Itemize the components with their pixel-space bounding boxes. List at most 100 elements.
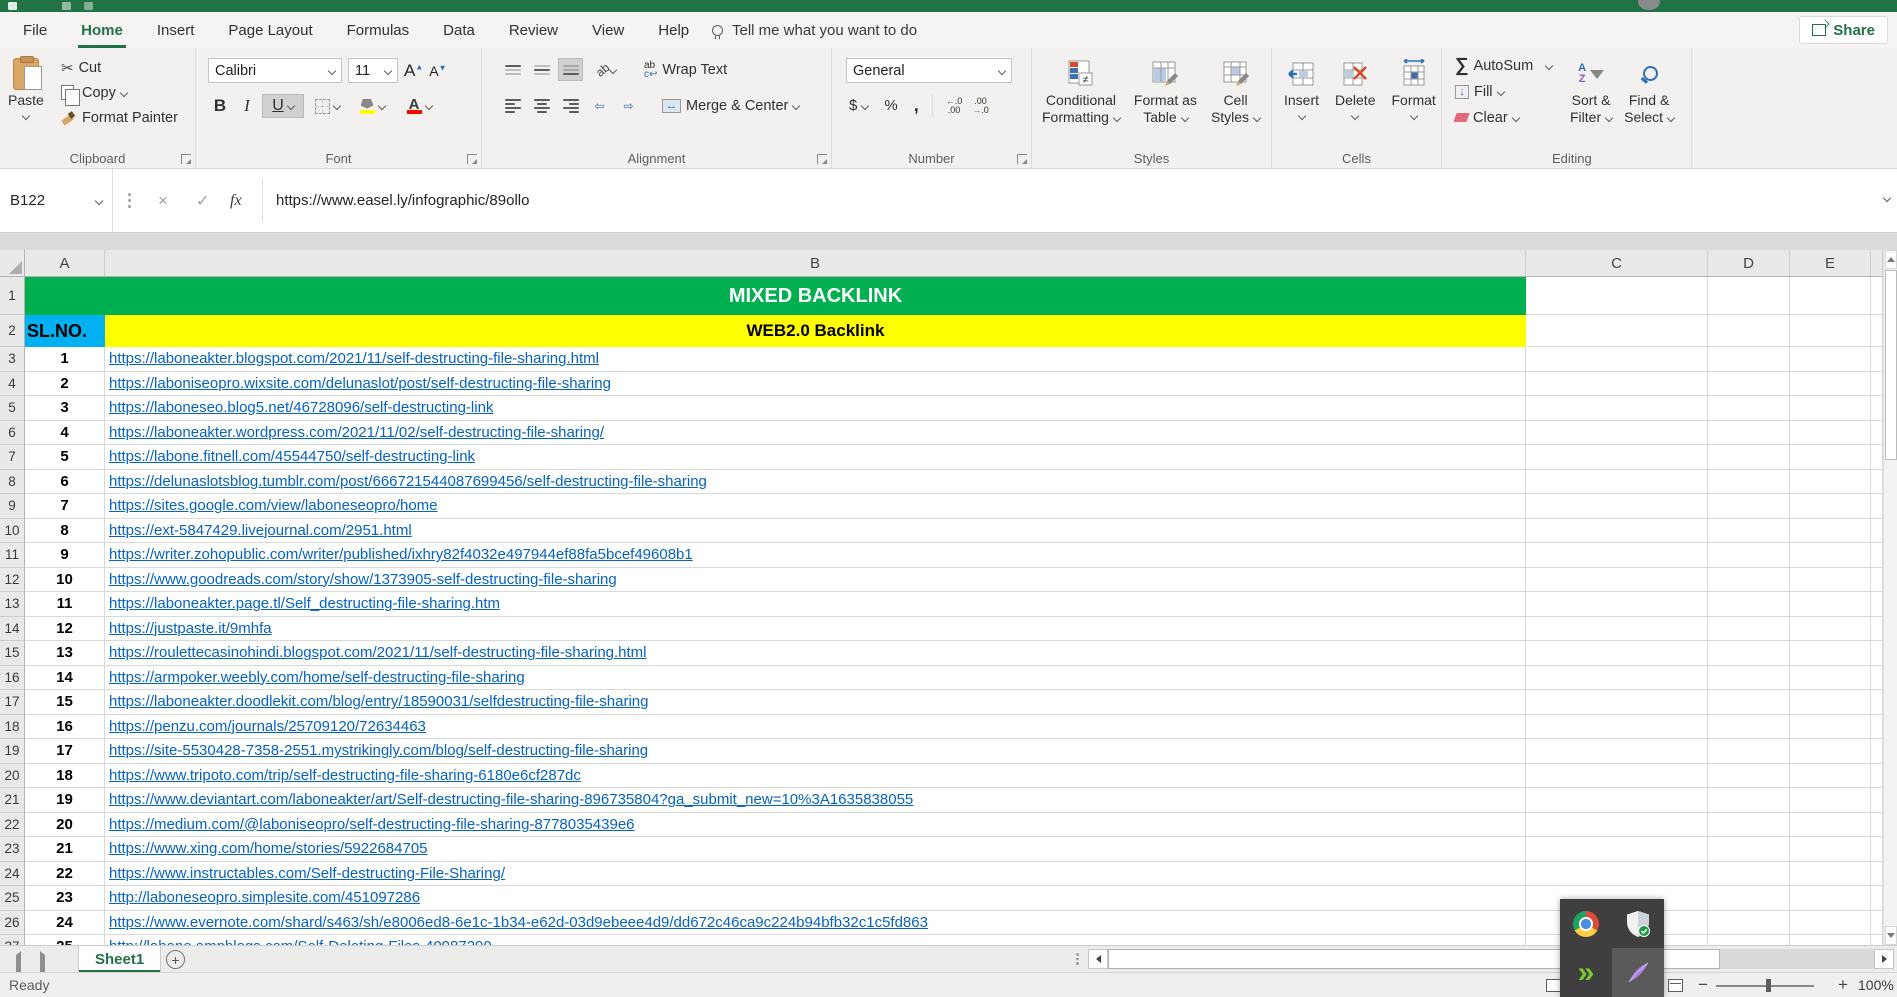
align-center-button[interactable] — [529, 94, 554, 117]
cell-empty[interactable] — [1871, 764, 1883, 789]
wrap-text-button[interactable]: abc↩Wrap Text — [641, 58, 730, 81]
row-number[interactable]: 4 — [0, 372, 25, 397]
formula-bar-value[interactable]: https://www.easel.ly/infographic/89ollo — [276, 192, 529, 209]
cell-empty[interactable] — [1790, 690, 1871, 715]
cell-empty[interactable] — [1871, 568, 1883, 593]
autosum-dropdown-icon[interactable] — [1545, 61, 1553, 69]
row-number[interactable]: 12 — [0, 568, 25, 593]
cell-empty[interactable] — [1871, 666, 1883, 691]
cell-empty[interactable] — [1708, 421, 1790, 446]
cell-empty[interactable] — [1871, 592, 1883, 617]
font-name-combo[interactable]: Calibri — [208, 58, 342, 83]
cell-empty[interactable] — [1790, 715, 1871, 740]
number-dialog-launcher-icon[interactable] — [1017, 154, 1027, 164]
tabbar-splitter[interactable] — [1076, 953, 1079, 965]
cell-empty[interactable] — [1708, 764, 1790, 789]
row-number[interactable]: 22 — [0, 813, 25, 838]
expand-formula-bar-icon[interactable] — [1883, 194, 1891, 202]
merge-center-button[interactable]: ↔Merge & Center — [659, 94, 802, 117]
cell-empty[interactable] — [1871, 396, 1883, 421]
comma-format-button[interactable]: , — [911, 94, 922, 117]
fill-color-dropdown-icon[interactable] — [377, 102, 385, 110]
row-number[interactable]: 1 — [0, 277, 25, 315]
cell-empty[interactable] — [1526, 666, 1708, 691]
middle-align-button[interactable] — [529, 58, 554, 81]
cell-empty[interactable] — [1871, 690, 1883, 715]
fill-dropdown-icon[interactable] — [1496, 87, 1504, 95]
row-number[interactable]: 21 — [0, 788, 25, 813]
cell-serial-number[interactable]: 20 — [25, 813, 105, 838]
row-number[interactable]: 19 — [0, 739, 25, 764]
cell-empty[interactable] — [1526, 396, 1708, 421]
cell-empty[interactable] — [1708, 617, 1790, 642]
cell-empty[interactable] — [1526, 277, 1708, 315]
cell-serial-number[interactable]: 23 — [25, 886, 105, 911]
find-select-dropdown-icon[interactable] — [1667, 113, 1675, 121]
cell-backlink-url[interactable]: https://laboneakter.doodlekit.com/blog/e… — [105, 690, 1526, 715]
cell-empty[interactable] — [1526, 739, 1708, 764]
display-settings-icon[interactable] — [1546, 979, 1561, 992]
cell-empty[interactable] — [1790, 315, 1871, 347]
cell-empty[interactable] — [1526, 494, 1708, 519]
cell-empty[interactable] — [1526, 347, 1708, 372]
cell-backlink-url[interactable]: https://www.evernote.com/shard/s463/sh/e… — [105, 911, 1526, 936]
vertical-scrollbar-thumb[interactable] — [1885, 270, 1897, 460]
row-number[interactable]: 5 — [0, 396, 25, 421]
cell-serial-number[interactable]: 5 — [25, 445, 105, 470]
alignment-dialog-launcher-icon[interactable] — [817, 154, 827, 164]
cell-empty[interactable] — [1708, 592, 1790, 617]
clear-button[interactable]: Clear — [1452, 106, 1555, 129]
cell-empty[interactable] — [1526, 617, 1708, 642]
merge-center-dropdown-icon[interactable] — [792, 101, 800, 109]
cell-empty[interactable] — [1871, 445, 1883, 470]
delete-cells-dropdown-icon[interactable] — [1351, 112, 1359, 120]
cell-empty[interactable] — [1871, 715, 1883, 740]
cell-empty[interactable] — [1871, 837, 1883, 862]
cell-serial-number[interactable]: 14 — [25, 666, 105, 691]
zoom-slider-thumb[interactable] — [1766, 979, 1771, 992]
cell-empty[interactable] — [1871, 277, 1883, 315]
ribbon-tab-formulas[interactable]: Formulas — [330, 12, 427, 48]
borders-dropdown-icon[interactable] — [332, 102, 340, 110]
scroll-left-icon[interactable] — [1088, 949, 1108, 969]
cell-empty[interactable] — [1790, 372, 1871, 397]
cell-empty[interactable] — [1790, 347, 1871, 372]
cell-empty[interactable] — [1871, 519, 1883, 544]
name-box[interactable]: B122 — [0, 169, 113, 232]
cell-backlink-url[interactable]: http://laboneseopro.simplesite.com/45109… — [105, 886, 1526, 911]
cell-serial-number[interactable]: 15 — [25, 690, 105, 715]
sort-filter-button[interactable]: AZ Sort & Filter — [1570, 56, 1612, 126]
cell-empty[interactable] — [1708, 837, 1790, 862]
delete-cells-button[interactable]: Delete — [1335, 56, 1375, 119]
cell-empty[interactable] — [1871, 935, 1883, 945]
cell-backlink-url[interactable]: https://www.tripoto.com/trip/self-destru… — [105, 764, 1526, 789]
row-number[interactable]: 13 — [0, 592, 25, 617]
conditional-formatting-dropdown-icon[interactable] — [1113, 113, 1121, 121]
insert-cells-button[interactable]: Insert — [1284, 56, 1319, 119]
cell-backlink-url[interactable]: https://armpoker.weebly.com/home/self-de… — [105, 666, 1526, 691]
page-break-view-icon[interactable] — [1668, 979, 1683, 992]
paste-button[interactable]: Paste — [8, 56, 44, 119]
cell-serial-number[interactable]: 6 — [25, 470, 105, 495]
cell-serial-number[interactable]: 24 — [25, 911, 105, 936]
cell-backlink-url[interactable]: https://justpaste.it/9mhfa — [105, 617, 1526, 642]
cell-empty[interactable] — [1526, 641, 1708, 666]
undo-icon[interactable] — [84, 2, 93, 10]
cell-backlink-url[interactable]: https://www.instructables.com/Self-destr… — [105, 862, 1526, 887]
formula-bar-grip[interactable] — [128, 193, 131, 208]
row-number[interactable]: 20 — [0, 764, 25, 789]
cell-serial-number[interactable]: 17 — [25, 739, 105, 764]
cell-empty[interactable] — [1708, 315, 1790, 347]
cell-empty[interactable] — [1790, 470, 1871, 495]
cell-serial-number[interactable]: 3 — [25, 396, 105, 421]
insert-cells-dropdown-icon[interactable] — [1297, 112, 1305, 120]
cell-empty[interactable] — [1708, 739, 1790, 764]
fill-color-button[interactable] — [350, 94, 394, 118]
tray-app-item[interactable]: » — [1560, 948, 1612, 997]
increase-decimal-button[interactable]: ←.0.00 — [946, 97, 963, 115]
cell-empty[interactable] — [1790, 617, 1871, 642]
cell-empty[interactable] — [1790, 886, 1871, 911]
clear-dropdown-icon[interactable] — [1511, 113, 1519, 121]
cell-serial-number[interactable]: 4 — [25, 421, 105, 446]
cell-empty[interactable] — [1526, 690, 1708, 715]
